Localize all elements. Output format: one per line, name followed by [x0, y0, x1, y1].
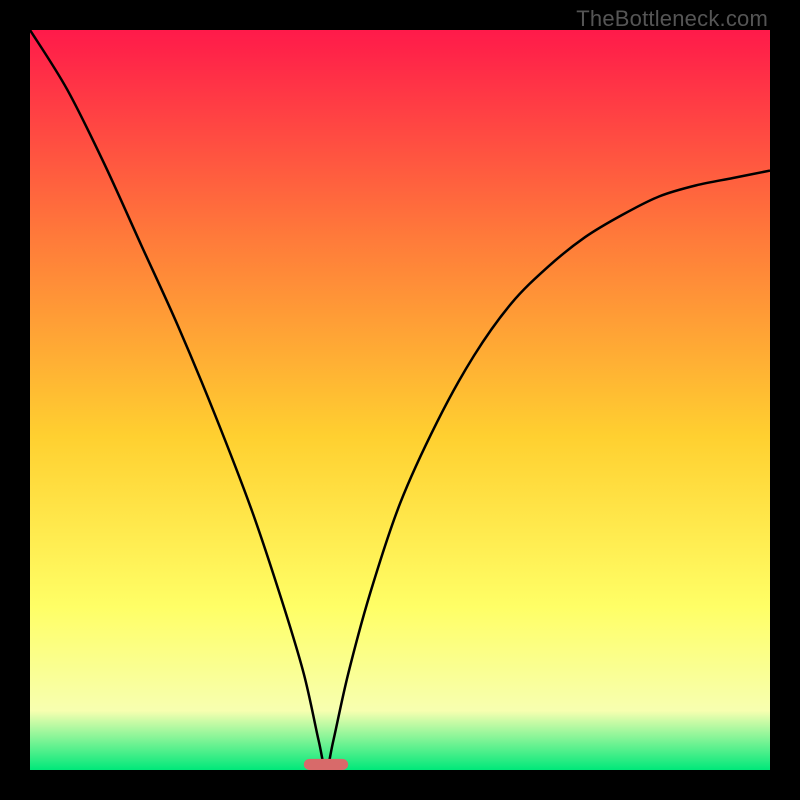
watermark-text: TheBottleneck.com	[576, 6, 768, 32]
gradient-background	[30, 30, 770, 770]
minimum-marker	[304, 759, 348, 770]
chart-svg	[30, 30, 770, 770]
plot-area	[30, 30, 770, 770]
chart-frame: TheBottleneck.com	[0, 0, 800, 800]
